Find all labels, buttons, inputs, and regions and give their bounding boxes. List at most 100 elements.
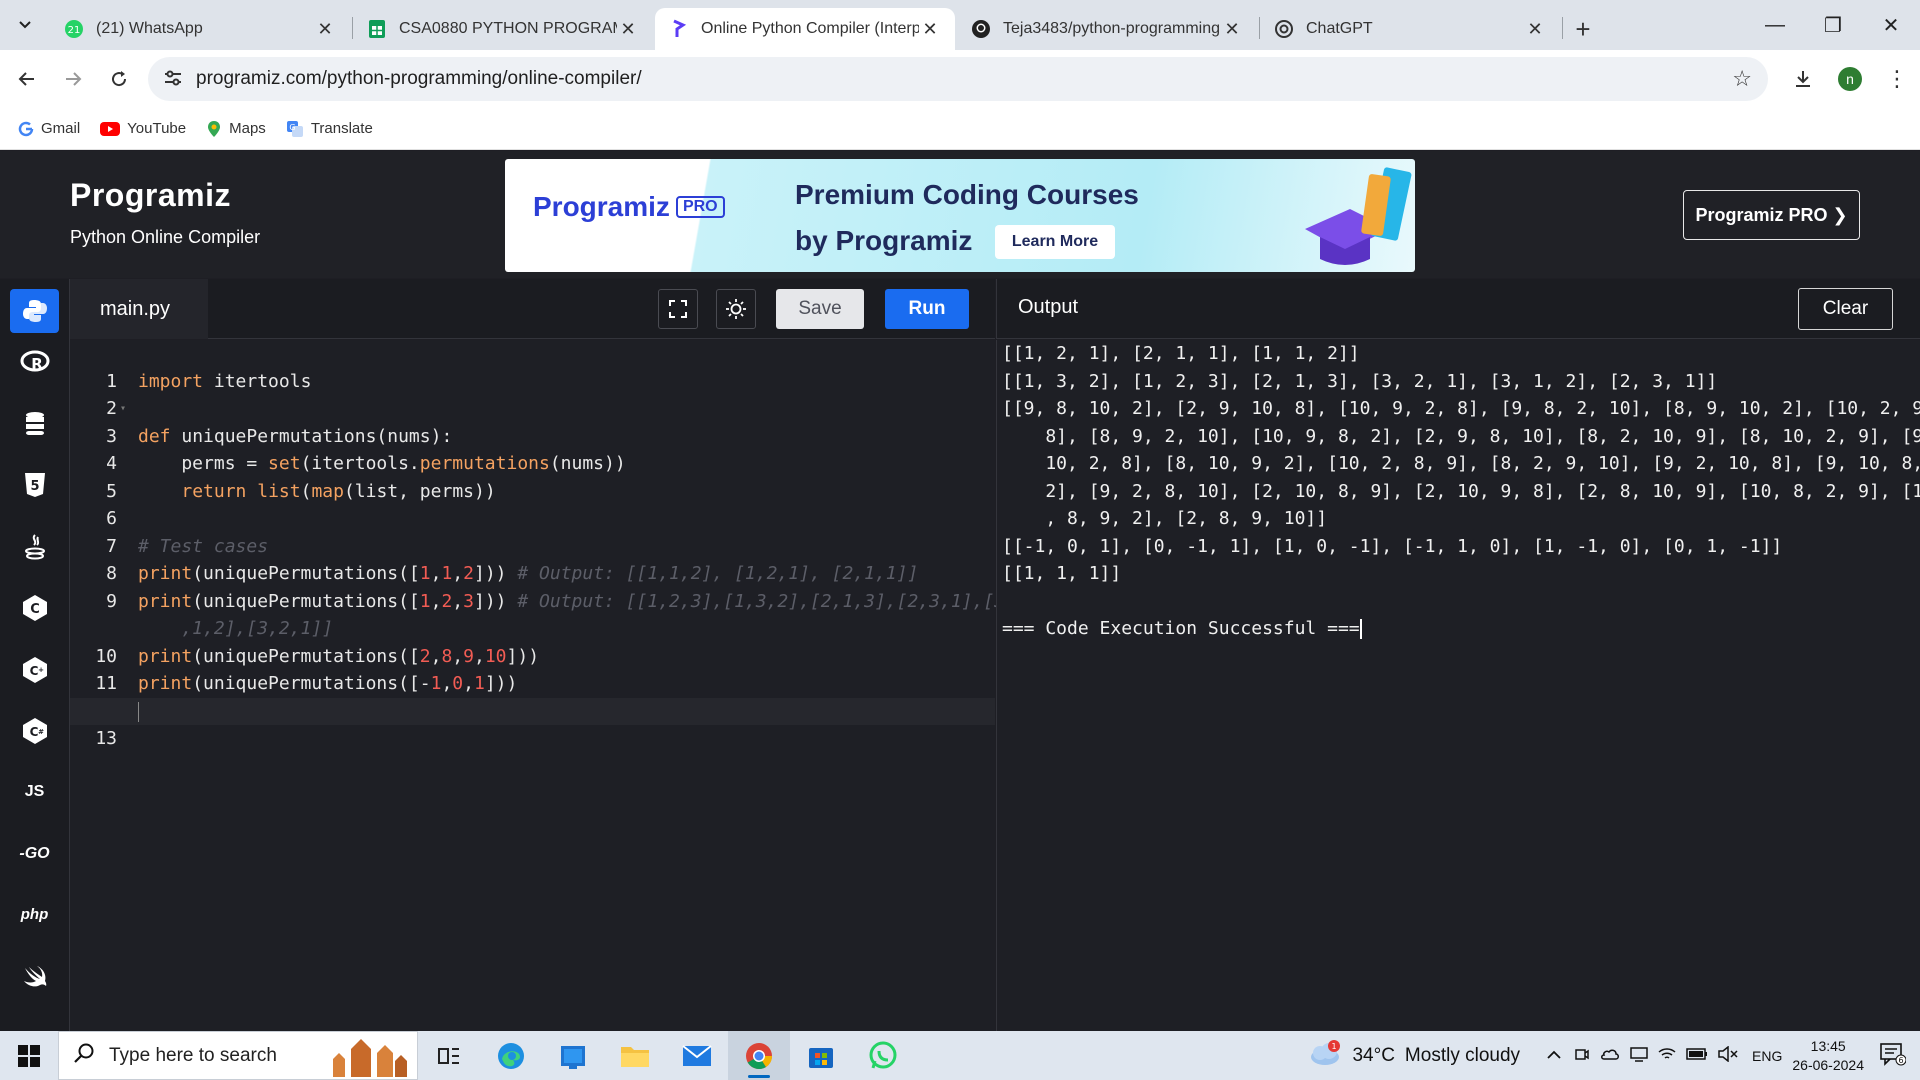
r-icon[interactable]: R: [10, 340, 59, 384]
go-icon[interactable]: -GO: [10, 832, 59, 876]
whatsapp-icon[interactable]: [852, 1031, 914, 1080]
fullscreen-icon: [669, 300, 687, 318]
programiz-icon: [669, 19, 689, 39]
bookmark-label: YouTube: [127, 120, 187, 137]
svg-text:+: +: [38, 666, 44, 674]
execution-status: === Code Execution Successful ===: [1002, 618, 1360, 639]
microsoft-store-icon[interactable]: [790, 1031, 852, 1080]
reload-icon: [112, 71, 127, 87]
new-tab-button[interactable]: +: [1563, 8, 1603, 50]
cpp-icon[interactable]: C +: [10, 648, 59, 692]
bookmark-translate[interactable]: G Translate: [286, 120, 373, 138]
code-line: 4 perms = set(itertools.permutations(num…: [70, 423, 995, 474]
profile-avatar[interactable]: n: [1838, 67, 1862, 91]
tab-chatgpt[interactable]: ChatGPT ✕: [1260, 8, 1560, 50]
output-line: [[-1, 0, 1], [0, -1, 1], [1, 0, -1], [-1…: [1002, 535, 1783, 557]
notification-center-icon[interactable]: 6: [1880, 1042, 1907, 1070]
bookmark-youtube[interactable]: YouTube: [100, 120, 186, 137]
onedrive-icon[interactable]: [1600, 1047, 1620, 1065]
language-sidebar: R 5 C C + C # JS -GO php: [0, 279, 70, 1031]
file-explorer-icon[interactable]: [604, 1031, 666, 1080]
chatgpt-icon: [1274, 19, 1294, 39]
forward-button[interactable]: [50, 56, 96, 102]
back-button[interactable]: [4, 56, 50, 102]
download-icon[interactable]: [1780, 68, 1826, 90]
close-window-button[interactable]: ✕: [1862, 0, 1920, 50]
theme-toggle-button[interactable]: [716, 289, 756, 329]
reload-button[interactable]: [96, 56, 142, 102]
weather-widget[interactable]: 1 34°C Mostly cloudy: [1308, 1039, 1521, 1072]
display-icon[interactable]: [1630, 1046, 1648, 1066]
programiz-pro-button[interactable]: Programiz PRO ❯: [1683, 190, 1860, 240]
close-icon[interactable]: ✕: [1524, 19, 1546, 40]
store-icon[interactable]: [542, 1031, 604, 1080]
chevron-up-icon[interactable]: [1546, 1047, 1562, 1064]
bookmark-gmail[interactable]: Gmail: [18, 120, 80, 137]
output-console[interactable]: [[1, 2, 1], [2, 1, 1], [1, 1, 2]] [[1, 3…: [996, 340, 1920, 1031]
tab-search-button[interactable]: [0, 0, 50, 50]
weather-temp: 34°C: [1352, 1044, 1395, 1066]
minimize-button[interactable]: —: [1746, 0, 1804, 50]
system-tray: 1 34°C Mostly cloudy ENG 13:45 26-06-202…: [1308, 1031, 1920, 1080]
wifi-icon[interactable]: [1658, 1046, 1676, 1066]
task-view-icon[interactable]: [418, 1031, 480, 1080]
learn-more-button[interactable]: Learn More: [995, 225, 1115, 259]
input-language[interactable]: ENG: [1752, 1048, 1782, 1064]
html5-icon[interactable]: 5: [10, 463, 59, 507]
bookmark-star-icon[interactable]: ☆: [1732, 66, 1752, 92]
tab-sheets[interactable]: CSA0880 PYTHON PROGRAMMING ✕: [353, 8, 653, 50]
battery-icon[interactable]: [1686, 1047, 1708, 1064]
csharp-icon[interactable]: C #: [10, 709, 59, 753]
bookmark-label: Translate: [310, 120, 373, 137]
close-icon[interactable]: ✕: [314, 19, 336, 40]
site-header: Programiz Python Online Compiler Program…: [0, 151, 1920, 278]
mail-icon[interactable]: [666, 1031, 728, 1080]
tab-github[interactable]: Teja3483/python-programming ✕: [957, 8, 1257, 50]
run-button[interactable]: Run: [885, 289, 969, 329]
window-controls: — ❐ ✕: [1746, 0, 1920, 50]
text-cursor: [1359, 619, 1362, 639]
javascript-icon[interactable]: JS: [10, 770, 59, 814]
banner-logo-text: Programiz: [533, 191, 670, 222]
programiz-logo[interactable]: Programiz: [70, 177, 231, 214]
start-button[interactable]: [0, 1031, 58, 1080]
c-icon[interactable]: C: [10, 586, 59, 630]
tab-whatsapp[interactable]: 21 (21) WhatsApp ✕: [50, 8, 350, 50]
swift-icon[interactable]: [10, 954, 59, 998]
clear-button[interactable]: Clear: [1798, 288, 1893, 330]
search-placeholder: Type here to search: [109, 1044, 277, 1066]
site-info-icon[interactable]: [162, 67, 184, 95]
sql-icon[interactable]: [10, 402, 59, 446]
meet-now-icon[interactable]: [1574, 1046, 1590, 1066]
search-icon: [73, 1042, 95, 1070]
close-icon[interactable]: ✕: [617, 19, 639, 40]
address-bar[interactable]: programiz.com/python-programming/online-…: [148, 57, 1768, 101]
chrome-icon[interactable]: [728, 1031, 790, 1080]
close-icon[interactable]: ✕: [1221, 19, 1243, 40]
sheets-icon: [367, 19, 387, 39]
bookmark-maps[interactable]: Maps: [206, 120, 266, 138]
php-icon[interactable]: php: [10, 892, 59, 936]
clock-date: 26-06-2024: [1792, 1056, 1864, 1073]
code-line: 11 print(uniquePermutations([-1,0,1])): [70, 643, 995, 694]
taskbar-search-box[interactable]: Type here to search: [58, 1031, 418, 1080]
close-icon[interactable]: ✕: [919, 19, 941, 40]
edge-icon[interactable]: [480, 1031, 542, 1080]
code-editor[interactable]: 1 import itertools 2 3 ▾ def uniquePermutat…: [70, 340, 1005, 1031]
code-line: 3 ▾ def uniquePermutations(nums):: [70, 395, 995, 447]
fullscreen-button[interactable]: [658, 289, 698, 329]
system-clock[interactable]: 13:45 26-06-2024: [1792, 1037, 1864, 1075]
windows-taskbar: Type here to search 1 34°C Mostly cloudy…: [0, 1031, 1920, 1080]
speaker-muted-icon[interactable]: [1718, 1044, 1738, 1066]
python-icon[interactable]: [10, 289, 59, 333]
menu-kebab-icon[interactable]: ⋮: [1874, 66, 1920, 92]
weather-condition: Mostly cloudy: [1404, 1044, 1521, 1066]
java-icon[interactable]: [10, 525, 59, 569]
tab-programiz[interactable]: Online Python Compiler (Interpreter) ✕: [655, 8, 955, 50]
file-tab-main[interactable]: main.py: [70, 279, 208, 339]
browser-tab-strip: 21 (21) WhatsApp ✕ CSA0880 PYTHON PROGRA…: [0, 0, 1920, 50]
restore-button[interactable]: ❐: [1804, 0, 1862, 50]
fold-arrow-icon[interactable]: ▾: [120, 395, 126, 423]
promo-banner[interactable]: Programiz PRO Premium Coding Courses by P…: [505, 159, 1415, 272]
save-button[interactable]: Save: [776, 289, 864, 329]
